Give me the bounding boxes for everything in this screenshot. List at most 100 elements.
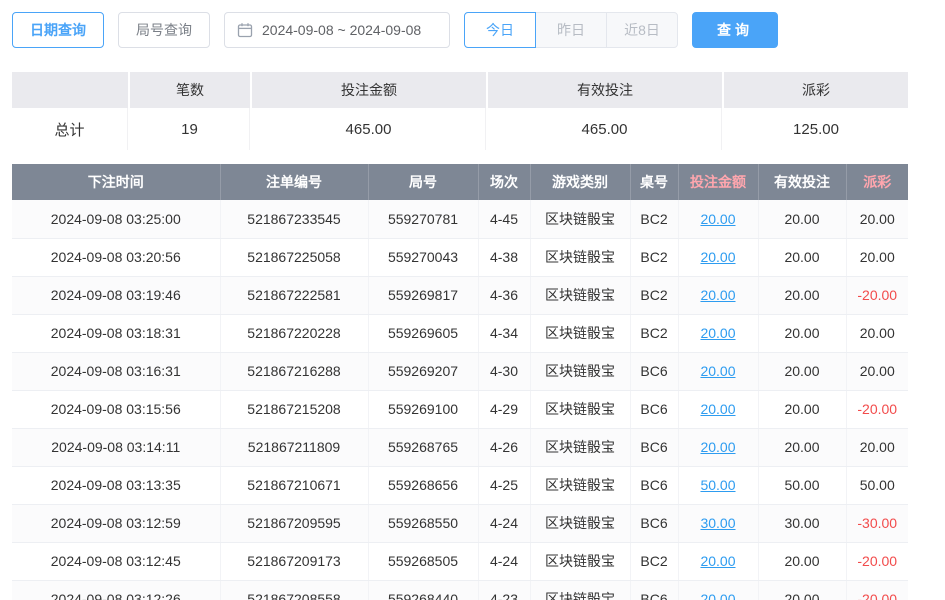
table-row: 2024-09-08 03:12:26521867208558559268440… — [12, 580, 908, 600]
valid-bet-cell: 20.00 — [758, 352, 846, 390]
bet-time-cell: 2024-09-08 03:16:31 — [12, 352, 220, 390]
bet-time-cell: 2024-09-08 03:12:45 — [12, 542, 220, 580]
game-type-cell: 区块链骰宝 — [530, 314, 630, 352]
table-body: 2024-09-08 03:25:00521867233545559270781… — [12, 200, 908, 600]
session-cell: 4-45 — [478, 200, 530, 238]
table-no-cell: BC2 — [630, 314, 678, 352]
bet-time-cell: 2024-09-08 03:13:35 — [12, 466, 220, 504]
payout-cell: -30.00 — [846, 504, 908, 542]
table-row: 2024-09-08 03:13:35521867210671559268656… — [12, 466, 908, 504]
session-cell: 4-24 — [478, 542, 530, 580]
bet-time-cell: 2024-09-08 03:12:26 — [12, 580, 220, 600]
table-no-cell: BC6 — [630, 504, 678, 542]
summary-header-row: 笔数 投注金额 有效投注 派彩 — [12, 72, 908, 108]
valid-bet-cell: 20.00 — [758, 390, 846, 428]
search-button[interactable]: 查询 — [692, 12, 778, 48]
column-header-bet-amount: 投注金额 — [678, 164, 758, 200]
round-id-cell: 559268550 — [368, 504, 478, 542]
bet-time-cell: 2024-09-08 03:14:11 — [12, 428, 220, 466]
bet-amount-link[interactable]: 30.00 — [700, 515, 735, 531]
bet-id-cell: 521867216288 — [220, 352, 368, 390]
session-cell: 4-36 — [478, 276, 530, 314]
payout-cell: 20.00 — [846, 314, 908, 352]
table-no-cell: BC2 — [630, 542, 678, 580]
round-id-cell: 559270043 — [368, 238, 478, 276]
table-no-cell: BC6 — [630, 466, 678, 504]
bet-id-cell: 521867233545 — [220, 200, 368, 238]
table-row: 2024-09-08 03:15:56521867215208559269100… — [12, 390, 908, 428]
payout-cell: 20.00 — [846, 352, 908, 390]
round-id-cell: 559268656 — [368, 466, 478, 504]
bet-amount-link[interactable]: 20.00 — [700, 211, 735, 227]
toolbar: 日期查询 局号查询 2024-09-08 ~ 2024-09-08 今日 昨日 … — [0, 0, 945, 50]
bet-amount-cell: 30.00 — [678, 504, 758, 542]
bet-amount-link[interactable]: 50.00 — [700, 477, 735, 493]
table-no-cell: BC6 — [630, 390, 678, 428]
table-row: 2024-09-08 03:16:31521867216288559269207… — [12, 352, 908, 390]
column-header-valid-bet: 有效投注 — [758, 164, 846, 200]
column-header-game-type: 游戏类别 — [530, 164, 630, 200]
summary-total-payout: 125.00 — [724, 108, 908, 150]
today-button[interactable]: 今日 — [464, 12, 536, 48]
bet-amount-cell: 20.00 — [678, 276, 758, 314]
valid-bet-cell: 20.00 — [758, 542, 846, 580]
summary-total-label: 总计 — [12, 108, 128, 150]
bet-id-cell: 521867211809 — [220, 428, 368, 466]
valid-bet-cell: 20.00 — [758, 200, 846, 238]
table-header-row: 下注时间注单编号局号场次游戏类别桌号投注金额有效投注派彩 — [12, 164, 908, 200]
table-no-cell: BC6 — [630, 428, 678, 466]
round-query-tab-button[interactable]: 局号查询 — [118, 12, 210, 48]
bet-amount-link[interactable]: 20.00 — [700, 325, 735, 341]
table-no-cell: BC6 — [630, 580, 678, 600]
summary-header-bet-amount: 投注金额 — [252, 72, 486, 108]
bet-id-cell: 521867209595 — [220, 504, 368, 542]
bet-amount-link[interactable]: 20.00 — [700, 591, 735, 600]
game-type-cell: 区块链骰宝 — [530, 428, 630, 466]
round-id-cell: 559268440 — [368, 580, 478, 600]
bet-amount-link[interactable]: 20.00 — [700, 401, 735, 417]
game-type-cell: 区块链骰宝 — [530, 542, 630, 580]
bet-amount-cell: 20.00 — [678, 200, 758, 238]
bet-id-cell: 521867208558 — [220, 580, 368, 600]
session-cell: 4-30 — [478, 352, 530, 390]
payout-cell: 20.00 — [846, 238, 908, 276]
game-type-cell: 区块链骰宝 — [530, 352, 630, 390]
bet-time-cell: 2024-09-08 03:25:00 — [12, 200, 220, 238]
game-type-cell: 区块链骰宝 — [530, 276, 630, 314]
summary-table: 笔数 投注金额 有效投注 派彩 总计 19 465.00 465.00 125.… — [12, 72, 908, 150]
bet-id-cell: 521867215208 — [220, 390, 368, 428]
bet-id-cell: 521867220228 — [220, 314, 368, 352]
table-row: 2024-09-08 03:20:56521867225058559270043… — [12, 238, 908, 276]
bet-amount-cell: 20.00 — [678, 390, 758, 428]
date-query-tab-button[interactable]: 日期查询 — [12, 12, 104, 48]
valid-bet-cell: 20.00 — [758, 238, 846, 276]
bet-amount-link[interactable]: 20.00 — [700, 439, 735, 455]
session-cell: 4-24 — [478, 504, 530, 542]
bet-id-cell: 521867209173 — [220, 542, 368, 580]
table-row: 2024-09-08 03:18:31521867220228559269605… — [12, 314, 908, 352]
session-cell: 4-25 — [478, 466, 530, 504]
bet-amount-cell: 20.00 — [678, 580, 758, 600]
date-range-input[interactable]: 2024-09-08 ~ 2024-09-08 — [224, 12, 450, 48]
bet-amount-link[interactable]: 20.00 — [700, 287, 735, 303]
yesterday-button[interactable]: 昨日 — [535, 12, 607, 48]
bet-amount-link[interactable]: 20.00 — [700, 249, 735, 265]
payout-cell: -20.00 — [846, 276, 908, 314]
bet-amount-link[interactable]: 20.00 — [700, 553, 735, 569]
bet-amount-cell: 20.00 — [678, 352, 758, 390]
date-range-value: 2024-09-08 ~ 2024-09-08 — [262, 22, 421, 38]
bet-time-cell: 2024-09-08 03:20:56 — [12, 238, 220, 276]
round-id-cell: 559268505 — [368, 542, 478, 580]
table-no-cell: BC2 — [630, 276, 678, 314]
bet-amount-link[interactable]: 20.00 — [700, 363, 735, 379]
game-type-cell: 区块链骰宝 — [530, 466, 630, 504]
bet-time-cell: 2024-09-08 03:19:46 — [12, 276, 220, 314]
payout-cell: -20.00 — [846, 580, 908, 600]
payout-cell: 20.00 — [846, 200, 908, 238]
column-header-session: 场次 — [478, 164, 530, 200]
round-id-cell: 559269605 — [368, 314, 478, 352]
bet-amount-cell: 20.00 — [678, 542, 758, 580]
last-8-days-button[interactable]: 近8日 — [606, 12, 678, 48]
bet-time-cell: 2024-09-08 03:18:31 — [12, 314, 220, 352]
bet-id-cell: 521867225058 — [220, 238, 368, 276]
